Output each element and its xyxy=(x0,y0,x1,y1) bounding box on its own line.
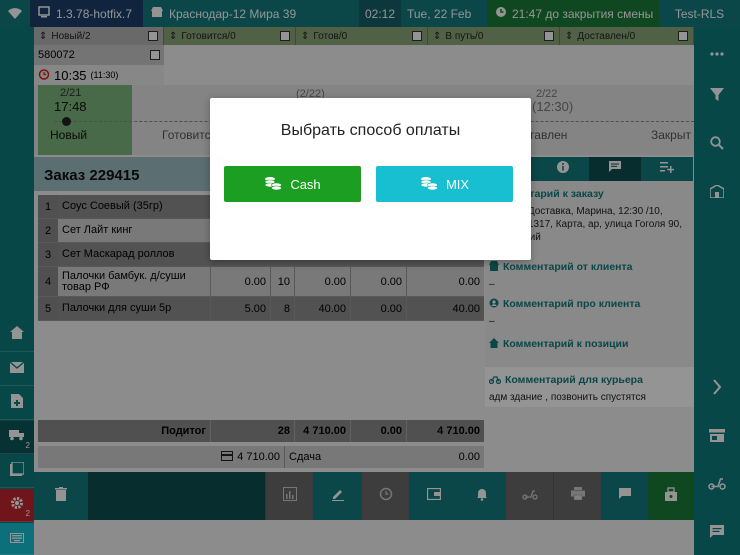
payment-method-dialog: Выбрать способ оплаты Cash MIX xyxy=(210,98,531,260)
modal-overlay[interactable] xyxy=(0,0,740,555)
mix-button[interactable]: MIX xyxy=(376,166,513,202)
coins-icon xyxy=(420,176,438,193)
mix-button-label: MIX xyxy=(445,176,470,192)
cash-button-label: Cash xyxy=(290,176,321,192)
pos-app: 1.3.78-hotfix.7 Краснодар-12 Мира 39 02:… xyxy=(0,0,740,555)
coins-icon xyxy=(264,176,283,193)
cash-button[interactable]: Cash xyxy=(224,166,361,202)
dialog-title: Выбрать способ оплаты xyxy=(280,122,461,139)
